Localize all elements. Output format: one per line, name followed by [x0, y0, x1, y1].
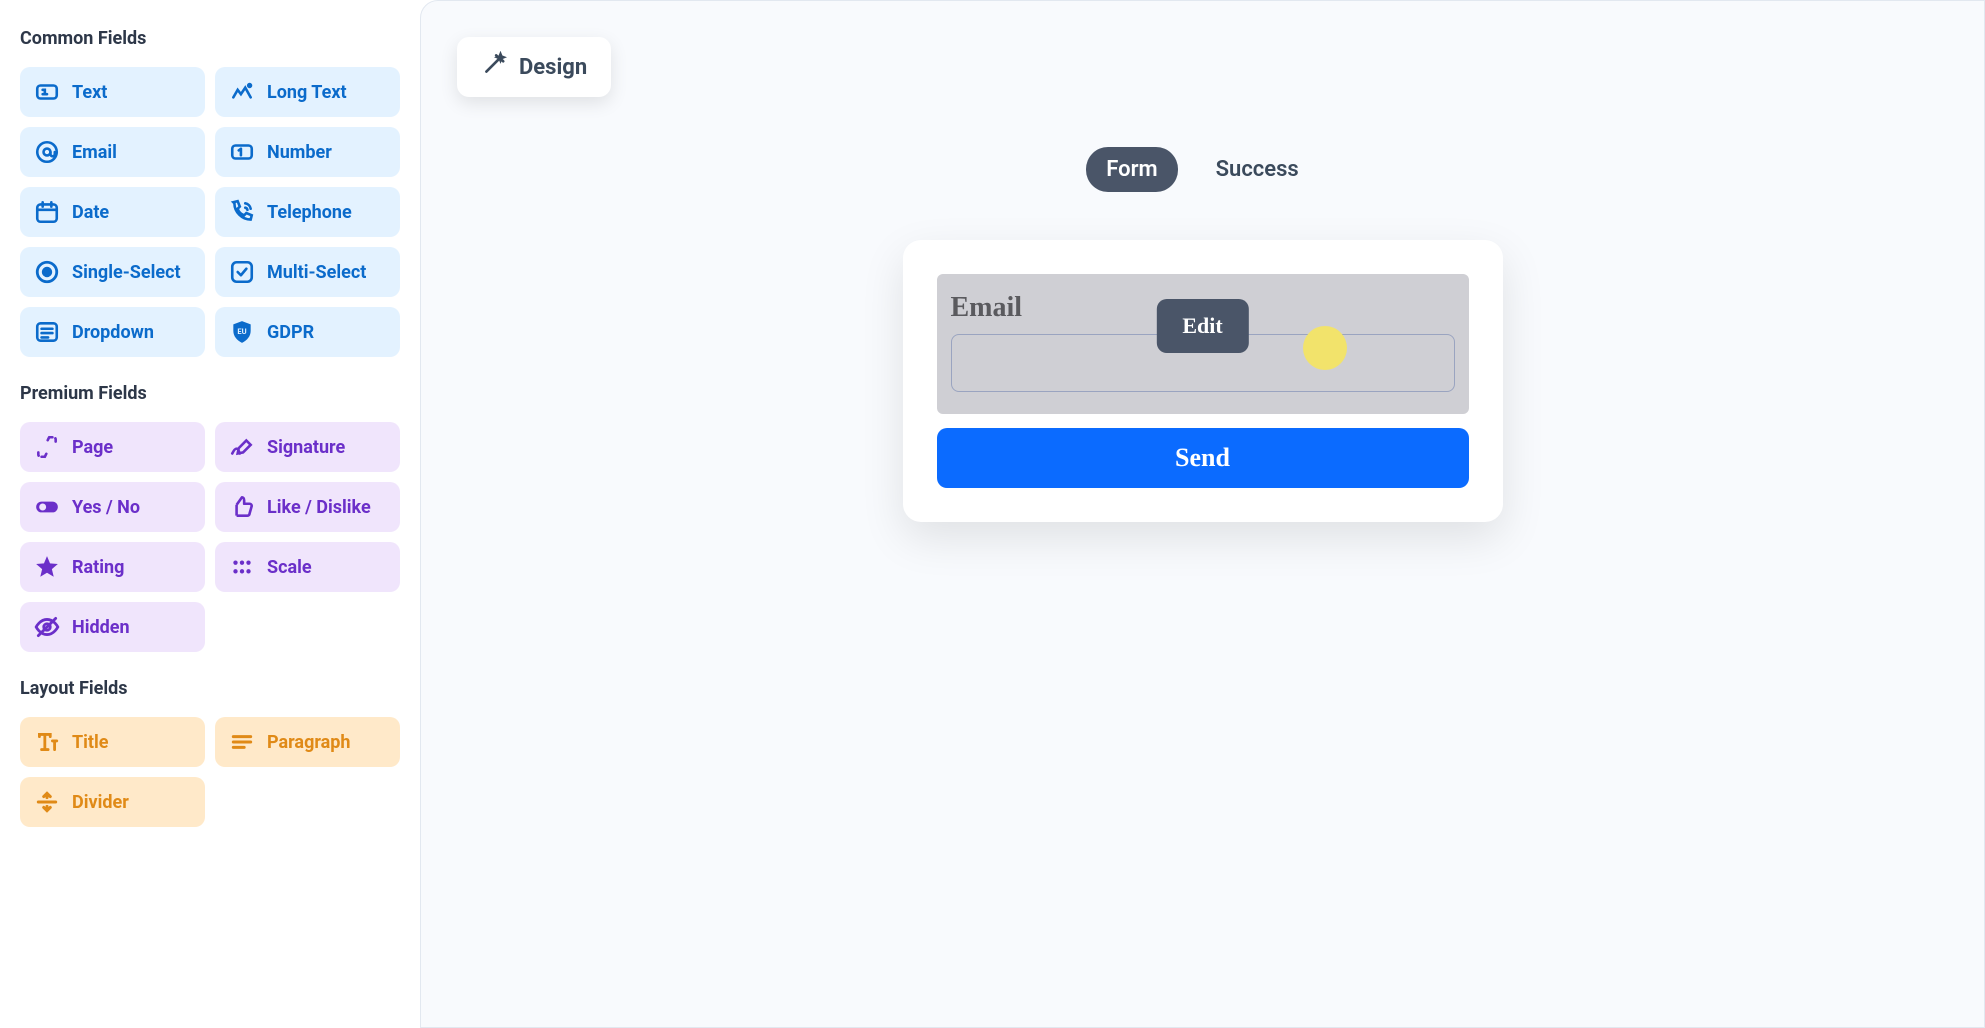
field-telephone[interactable]: Telephone	[215, 187, 400, 237]
field-title[interactable]: Title	[20, 717, 205, 767]
field-label: Number	[267, 142, 332, 163]
svg-text:EU: EU	[237, 327, 246, 336]
text-icon	[34, 79, 60, 105]
field-label: Date	[72, 202, 109, 223]
field-signature[interactable]: Signature	[215, 422, 400, 472]
scale-icon	[229, 554, 255, 580]
eye-off-icon	[34, 614, 60, 640]
common-fields-grid: Text Long Text Email Number Date	[20, 67, 400, 357]
field-rating[interactable]: Rating	[20, 542, 205, 592]
field-label: Multi-Select	[267, 262, 366, 283]
field-long-text[interactable]: Long Text	[215, 67, 400, 117]
multi-select-icon	[229, 259, 255, 285]
divider-icon	[34, 789, 60, 815]
field-like-dislike[interactable]: Like / Dislike	[215, 482, 400, 532]
field-label: Title	[72, 732, 109, 753]
paragraph-icon	[229, 729, 255, 755]
dropdown-icon	[34, 319, 60, 345]
section-title-premium: Premium Fields	[20, 383, 400, 404]
toggle-icon	[34, 494, 60, 520]
title-icon	[34, 729, 60, 755]
field-label: Scale	[267, 557, 312, 578]
field-label: Yes / No	[72, 497, 140, 518]
field-page[interactable]: Page	[20, 422, 205, 472]
field-gdpr[interactable]: EU GDPR	[215, 307, 400, 357]
submit-button[interactable]: Send	[937, 428, 1469, 488]
field-label: Paragraph	[267, 732, 351, 753]
view-tabs: Form Success	[457, 147, 1948, 192]
field-label: Signature	[267, 437, 345, 458]
field-dropdown[interactable]: Dropdown	[20, 307, 205, 357]
premium-fields-grid: Page Signature Yes / No Like / Dislike R	[20, 422, 400, 652]
field-label: Telephone	[267, 202, 352, 223]
field-number[interactable]: Number	[215, 127, 400, 177]
field-single-select[interactable]: Single-Select	[20, 247, 205, 297]
form-field-label: Email	[951, 292, 1455, 324]
main-canvas: Design Form Success Edit Email Send	[420, 0, 1985, 1028]
field-date[interactable]: Date	[20, 187, 205, 237]
long-text-icon	[229, 79, 255, 105]
field-text[interactable]: Text	[20, 67, 205, 117]
field-label: Long Text	[267, 82, 347, 103]
field-label: Dropdown	[72, 322, 154, 343]
form-preview-card: Email Send	[903, 240, 1503, 522]
field-label: Page	[72, 437, 113, 458]
field-yes-no[interactable]: Yes / No	[20, 482, 205, 532]
sidebar: Common Fields Text Long Text Email Numbe…	[0, 0, 420, 1028]
field-label: Text	[72, 82, 107, 103]
field-label: Like / Dislike	[267, 497, 371, 518]
email-icon	[34, 139, 60, 165]
field-multi-select[interactable]: Multi-Select	[215, 247, 400, 297]
field-label: GDPR	[267, 322, 314, 343]
section-title-common: Common Fields	[20, 28, 400, 49]
form-field-email[interactable]: Email	[937, 274, 1469, 414]
field-divider[interactable]: Divider	[20, 777, 205, 827]
field-label: Single-Select	[72, 262, 181, 283]
field-label: Rating	[72, 557, 124, 578]
section-title-layout: Layout Fields	[20, 678, 400, 699]
thumbs-up-icon	[229, 494, 255, 520]
magic-wand-icon	[481, 51, 507, 83]
field-label: Hidden	[72, 617, 130, 638]
single-select-icon	[34, 259, 60, 285]
email-input[interactable]	[951, 334, 1455, 392]
field-paragraph[interactable]: Paragraph	[215, 717, 400, 767]
field-scale[interactable]: Scale	[215, 542, 400, 592]
gdpr-icon: EU	[229, 319, 255, 345]
date-icon	[34, 199, 60, 225]
tab-form[interactable]: Form	[1086, 147, 1177, 192]
design-button[interactable]: Design	[457, 37, 611, 97]
tab-success[interactable]: Success	[1196, 147, 1319, 192]
field-hidden[interactable]: Hidden	[20, 602, 205, 652]
page-icon	[34, 434, 60, 460]
signature-icon	[229, 434, 255, 460]
design-button-label: Design	[519, 55, 587, 80]
field-email[interactable]: Email	[20, 127, 205, 177]
telephone-icon	[229, 199, 255, 225]
field-label: Email	[72, 142, 117, 163]
field-label: Divider	[72, 792, 129, 813]
star-icon	[34, 554, 60, 580]
layout-fields-grid: Title Paragraph Divider	[20, 717, 400, 827]
number-icon	[229, 139, 255, 165]
